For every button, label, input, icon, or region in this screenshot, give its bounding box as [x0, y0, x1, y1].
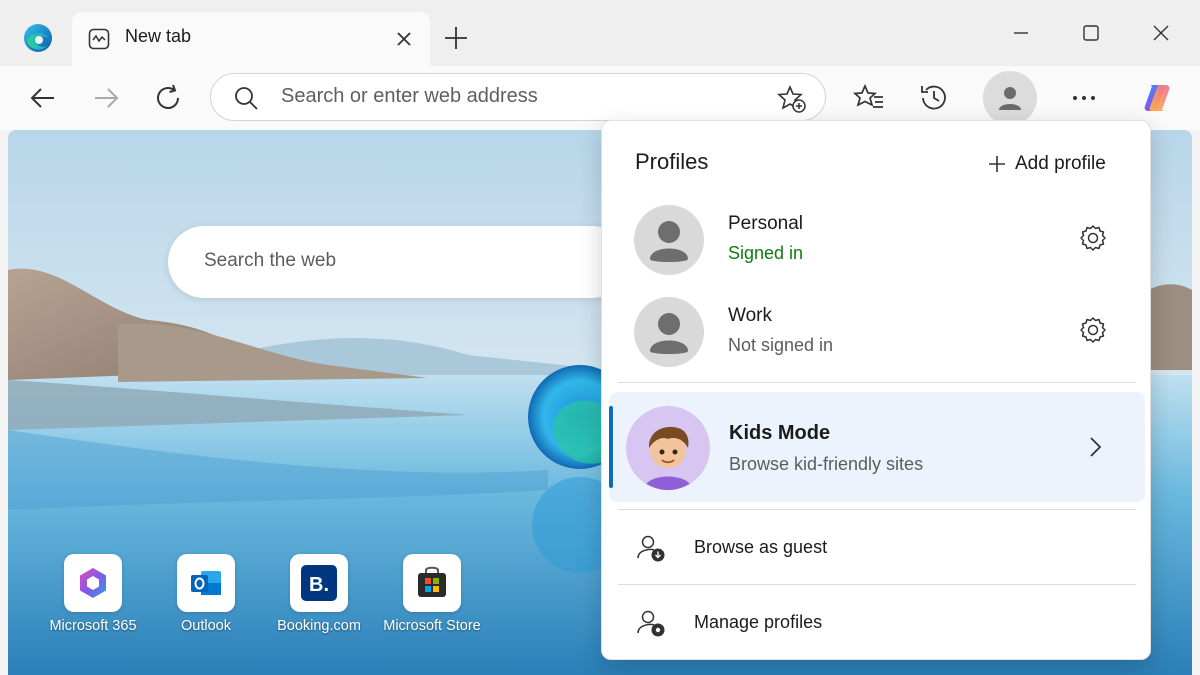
search-icon — [235, 87, 258, 110]
title-bar: New tab — [0, 0, 1200, 66]
guest-icon — [637, 535, 665, 562]
profile-status: Signed in — [728, 243, 804, 263]
quick-link-microsoft365[interactable]: Microsoft 365 — [33, 554, 153, 634]
divider — [618, 382, 1136, 383]
gear-icon[interactable] — [1078, 223, 1108, 253]
address-input[interactable]: Search or enter web address — [281, 85, 538, 108]
kids-mode-title: Kids Mode — [729, 422, 831, 444]
plus-icon — [989, 156, 1005, 172]
newtab-page-icon — [88, 28, 110, 50]
quick-link-label: Microsoft Store — [383, 618, 481, 634]
tab-new-tab[interactable]: New tab — [72, 12, 430, 66]
profile-item-personal[interactable]: Personal Signed in — [602, 195, 1152, 287]
add-profile-button[interactable]: Add profile — [987, 151, 1106, 177]
tab-title: New tab — [125, 26, 192, 46]
forward-icon[interactable] — [89, 81, 123, 115]
selection-indicator — [609, 406, 613, 488]
divider — [618, 584, 1136, 585]
address-bar[interactable]: Search or enter web address — [210, 73, 826, 121]
quick-link-label: Booking.com — [277, 618, 361, 634]
manage-profiles-icon — [637, 610, 665, 637]
outlook-icon — [191, 571, 221, 595]
quick-link-label: Outlook — [181, 618, 231, 634]
plus-icon[interactable] — [442, 24, 470, 52]
chevron-right-icon — [1090, 437, 1102, 457]
svg-text:B.: B. — [309, 574, 329, 596]
maximize-icon[interactable] — [1078, 20, 1104, 46]
web-search-input[interactable]: Search the web — [204, 250, 336, 272]
browse-as-guest-item[interactable]: Browse as guest — [602, 518, 1152, 578]
back-icon[interactable] — [26, 81, 60, 115]
more-icon[interactable] — [1067, 81, 1101, 115]
kids-avatar — [626, 406, 710, 490]
quick-link-outlook[interactable]: Outlook — [146, 554, 266, 634]
booking-icon: B. — [301, 565, 337, 601]
avatar — [634, 205, 704, 275]
profiles-flyout: Profiles Add profile Personal Signed in … — [601, 120, 1151, 660]
add-favorite-icon[interactable] — [777, 84, 807, 114]
profile-name: Personal — [728, 213, 803, 234]
profile-item-work[interactable]: Work Not signed in — [602, 287, 1152, 379]
copilot-icon[interactable] — [1140, 81, 1174, 115]
minimize-icon[interactable] — [1008, 20, 1034, 46]
close-icon[interactable] — [392, 27, 416, 51]
favorites-icon[interactable] — [852, 81, 886, 115]
profile-icon — [999, 87, 1021, 110]
quick-link-label: Microsoft 365 — [49, 618, 137, 634]
edge-logo-icon[interactable] — [22, 22, 54, 54]
person-icon — [650, 221, 688, 262]
web-search-box[interactable]: Search the web — [168, 226, 628, 298]
divider — [618, 509, 1136, 510]
kids-mode-subtitle: Browse kid-friendly sites — [729, 454, 924, 474]
store-icon — [418, 566, 446, 597]
kids-mode-item[interactable]: Kids Mode Browse kid-friendly sites — [609, 392, 1145, 502]
person-icon — [650, 313, 688, 354]
profile-status: Not signed in — [728, 335, 834, 355]
history-icon[interactable] — [917, 81, 951, 115]
manage-profiles-item[interactable]: Manage profiles — [602, 593, 1152, 653]
profile-button[interactable] — [983, 71, 1037, 125]
avatar — [634, 297, 704, 367]
profile-name: Work — [728, 305, 772, 326]
quick-link-booking[interactable]: B. Booking.com — [259, 554, 379, 634]
browse-as-guest-label: Browse as guest — [694, 537, 828, 557]
refresh-icon[interactable] — [152, 81, 186, 115]
manage-profiles-label: Manage profiles — [694, 612, 823, 632]
add-profile-label: Add profile — [1015, 153, 1106, 174]
close-window-icon[interactable] — [1148, 20, 1174, 46]
kid-avatar-icon — [644, 426, 692, 490]
flyout-title: Profiles — [635, 149, 709, 174]
gear-icon[interactable] — [1078, 315, 1108, 345]
microsoft365-icon — [80, 568, 106, 598]
quick-link-microsoft-store[interactable]: Microsoft Store — [372, 554, 492, 634]
